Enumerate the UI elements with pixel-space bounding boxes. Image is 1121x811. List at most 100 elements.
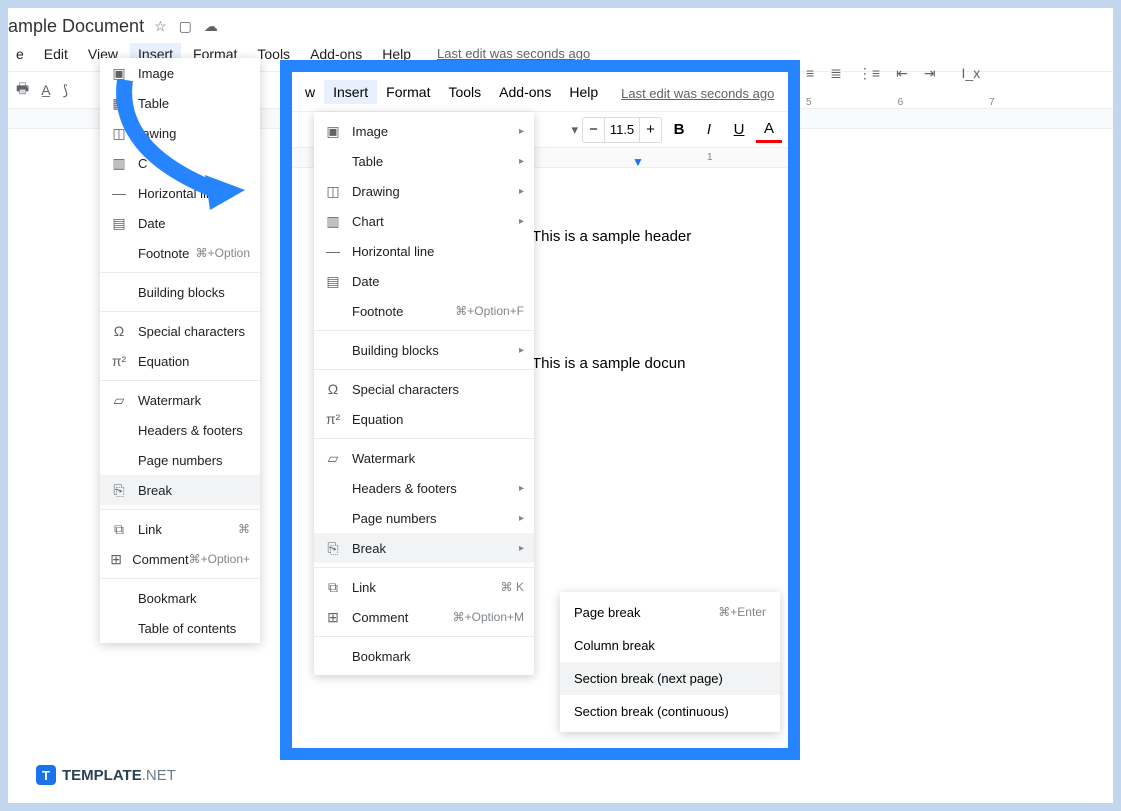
dd-pagenum[interactable]: Page numbers▸ <box>314 503 534 533</box>
menu-edit[interactable]: Edit <box>36 43 76 65</box>
dd-bookmark[interactable]: Bookmark <box>100 583 260 613</box>
page-header-text: This is a sample header <box>532 228 788 245</box>
special-icon: Ω <box>110 322 128 340</box>
logo-icon: T <box>36 765 56 785</box>
dd-watermark[interactable]: ▱Watermark <box>100 385 260 415</box>
dd-footnote[interactable]: Footnote⌘+Option <box>100 238 260 268</box>
table-icon: ▦ <box>110 94 128 112</box>
dd-date[interactable]: ▤Date <box>100 208 260 238</box>
move-icon[interactable]: ▢ <box>179 18 192 35</box>
dd-pagenum[interactable]: Page numbers <box>100 445 260 475</box>
ov-menu-addons[interactable]: Add-ons <box>490 80 560 104</box>
ov-last-edit[interactable]: Last edit was seconds ago <box>621 83 774 101</box>
menu-file[interactable]: e <box>8 43 32 65</box>
ruler-mark: 5 <box>806 97 812 108</box>
dd-chart[interactable]: ▥C <box>100 148 260 178</box>
dd-link[interactable]: ⧉Link⌘ K <box>314 572 534 602</box>
equation-icon: π² <box>324 410 342 428</box>
comment-icon: ⊞ <box>110 550 122 568</box>
hline-icon: — <box>110 184 128 202</box>
decrease-indent-icon[interactable]: ⇤ <box>896 65 908 89</box>
drawing-icon: ◫ <box>110 124 128 142</box>
dd-image[interactable]: ▣Image▸ <box>314 116 534 146</box>
numbered-list-icon[interactable]: ⋮≡ <box>858 65 880 89</box>
dd-headers[interactable]: Headers & footers <box>100 415 260 445</box>
ruler-mark: 6 <box>898 97 904 108</box>
special-icon: Ω <box>324 380 342 398</box>
font-size-value[interactable]: 11.5 <box>605 122 639 137</box>
dd-headers[interactable]: Headers & footers▸ <box>314 473 534 503</box>
underline-button[interactable]: U <box>726 117 752 143</box>
equation-icon: π² <box>110 352 128 370</box>
dd-blocks[interactable]: Building blocks▸ <box>314 335 534 365</box>
chart-icon: ▥ <box>110 154 128 172</box>
dd-bookmark[interactable]: Bookmark <box>314 641 534 671</box>
image-icon: ▣ <box>324 122 342 140</box>
watermark-icon: ▱ <box>324 449 342 467</box>
dd-equation[interactable]: π²Equation <box>100 346 260 376</box>
insert-dropdown-bg: ▣Image ▦Table ◫rawing ▥C —Horizontal lin… <box>100 58 260 643</box>
ov-menubar: w Insert Format Tools Add-ons Help Last … <box>292 72 788 112</box>
dd-watermark[interactable]: ▱Watermark <box>314 443 534 473</box>
ov-menu-tools[interactable]: Tools <box>439 80 490 104</box>
ruler-indent-marker[interactable]: ▼ <box>632 155 644 169</box>
clear-format-icon[interactable]: I_x <box>962 65 981 89</box>
dd-break[interactable]: ⎘Break▸ <box>314 533 534 563</box>
dd-equation[interactable]: π²Equation <box>314 404 534 434</box>
break-submenu: Page break⌘+Enter Column break Section b… <box>560 592 780 732</box>
dropdown-caret-icon[interactable]: ▾ <box>571 122 578 138</box>
bulleted-list-icon[interactable]: ≣ <box>830 65 842 89</box>
insert-dropdown: ▣Image▸ Table▸ ◫Drawing▸ ▥Chart▸ —Horizo… <box>314 112 534 675</box>
ruler-mark: 1 <box>707 152 713 163</box>
page-body-text: This is a sample docun <box>532 355 788 372</box>
dd-drawing[interactable]: ◫Drawing▸ <box>314 176 534 206</box>
dd-link[interactable]: ⧉Link⌘ <box>100 514 260 544</box>
bold-button[interactable]: B <box>666 117 692 143</box>
image-icon: ▣ <box>110 64 128 82</box>
dd-special[interactable]: ΩSpecial characters <box>100 316 260 346</box>
text-color-button[interactable]: A <box>756 117 782 143</box>
ov-menu-prev[interactable]: w <box>296 80 324 104</box>
hline-icon: — <box>324 242 342 260</box>
font-size-control: − 11.5 + <box>582 117 662 143</box>
ov-menu-format[interactable]: Format <box>377 80 439 104</box>
dd-hline[interactable]: —Horizontal line <box>314 236 534 266</box>
drawing-icon: ◫ <box>324 182 342 200</box>
font-size-plus[interactable]: + <box>639 118 661 142</box>
font-size-minus[interactable]: − <box>583 118 605 142</box>
dd-chart[interactable]: ▥Chart▸ <box>314 206 534 236</box>
dd-comment[interactable]: ⊞Comment⌘+Option+ <box>100 544 260 574</box>
sub-column-break[interactable]: Column break <box>560 629 780 662</box>
dd-hline[interactable]: —Horizontal line <box>100 178 260 208</box>
link-icon: ⧉ <box>324 578 342 596</box>
dd-image[interactable]: ▣Image <box>100 58 260 88</box>
sub-section-cont[interactable]: Section break (continuous) <box>560 695 780 728</box>
paint-icon[interactable]: ⟆ <box>63 82 68 99</box>
linespacing-icon[interactable]: ≡ <box>806 65 814 89</box>
dd-blocks[interactable]: Building blocks <box>100 277 260 307</box>
italic-button[interactable]: I <box>696 117 722 143</box>
sub-page-break[interactable]: Page break⌘+Enter <box>560 596 780 629</box>
dd-table[interactable]: Table▸ <box>314 146 534 176</box>
dd-comment[interactable]: ⊞Comment⌘+Option+M <box>314 602 534 632</box>
cloud-icon[interactable]: ☁ <box>204 18 218 35</box>
spellcheck-icon[interactable]: A̲ <box>41 82 50 98</box>
dd-special[interactable]: ΩSpecial characters <box>314 374 534 404</box>
increase-indent-icon[interactable]: ⇥ <box>924 65 936 89</box>
dd-date[interactable]: ▤Date <box>314 266 534 296</box>
dd-table[interactable]: ▦Table <box>100 88 260 118</box>
ov-menu-help[interactable]: Help <box>560 80 607 104</box>
dd-footnote[interactable]: Footnote⌘+Option+F <box>314 296 534 326</box>
ov-menu-insert[interactable]: Insert <box>324 80 377 104</box>
date-icon: ▤ <box>110 214 128 232</box>
overlay-screenshot: w Insert Format Tools Add-ons Help Last … <box>280 60 800 760</box>
star-icon[interactable]: ☆ <box>154 18 167 35</box>
dd-toc[interactable]: Table of contents <box>100 613 260 643</box>
break-icon: ⎘ <box>324 539 342 557</box>
dd-drawing[interactable]: ◫rawing <box>100 118 260 148</box>
sub-section-next[interactable]: Section break (next page) <box>560 662 780 695</box>
print-icon[interactable]: 🖶 <box>16 78 29 102</box>
dd-break[interactable]: ⎘Break <box>100 475 260 505</box>
document-title[interactable]: ample Document <box>8 16 144 37</box>
comment-icon: ⊞ <box>324 608 342 626</box>
